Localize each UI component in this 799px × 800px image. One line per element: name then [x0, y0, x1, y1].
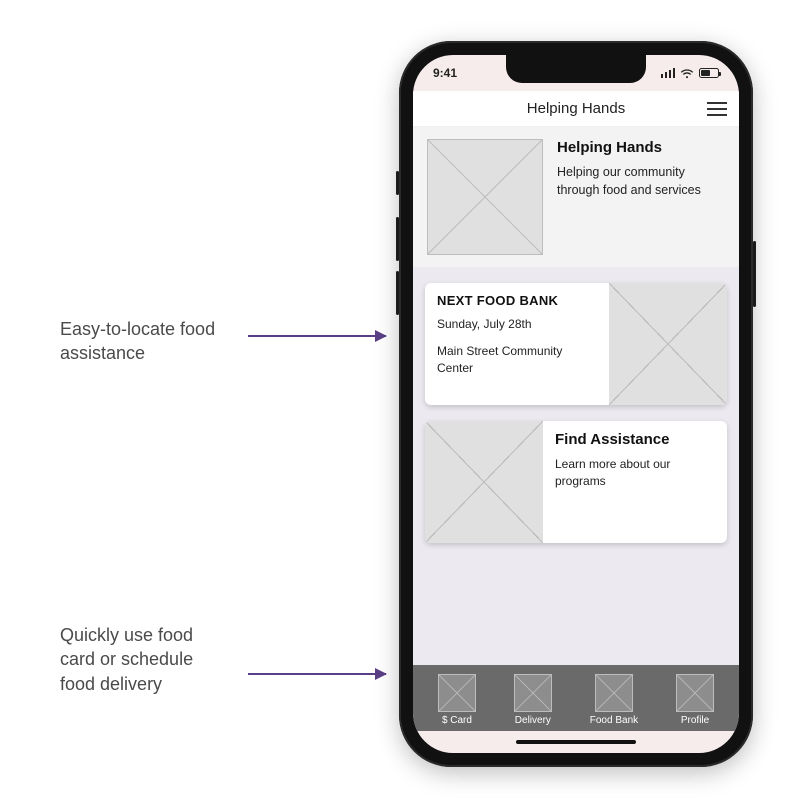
- silent-switch: [396, 171, 399, 195]
- phone-device-frame: 9:41 Helping Hands: [399, 41, 753, 767]
- hero-section: Helping Hands Helping our community thro…: [413, 127, 739, 267]
- placeholder-image-icon: [609, 283, 727, 405]
- menu-icon[interactable]: [707, 102, 727, 116]
- next-food-bank-card[interactable]: NEXT FOOD BANK Sunday, July 28th Main St…: [425, 283, 727, 405]
- annotation-food-assistance: Easy-to-locate food assistance: [60, 317, 230, 366]
- volume-up-button: [396, 217, 399, 261]
- home-indicator[interactable]: [413, 731, 739, 753]
- placeholder-image-icon: [425, 421, 543, 543]
- nav-item-card[interactable]: $ Card: [438, 674, 476, 726]
- app-header: Helping Hands: [413, 91, 739, 127]
- bottom-nav: $ Card Delivery Food Bank Profile: [413, 665, 739, 731]
- cellular-signal-icon: [661, 68, 676, 78]
- nav-label: Food Bank: [590, 715, 638, 726]
- placeholder-image-icon: [438, 674, 476, 712]
- card-location: Main Street Community Center: [437, 343, 597, 377]
- hero-subtitle: Helping our community through food and s…: [557, 164, 725, 199]
- wifi-icon: [680, 68, 694, 79]
- power-button: [753, 241, 756, 307]
- placeholder-image-icon: [676, 674, 714, 712]
- hero-title: Helping Hands: [557, 139, 725, 156]
- nav-item-food-bank[interactable]: Food Bank: [590, 674, 638, 726]
- arrow-icon: [248, 335, 386, 337]
- placeholder-image-icon: [427, 139, 543, 255]
- notch: [506, 55, 646, 83]
- nav-item-delivery[interactable]: Delivery: [514, 674, 552, 726]
- find-assistance-card[interactable]: Find Assistance Learn more about our pro…: [425, 421, 727, 543]
- main-content: Helping Hands Helping our community thro…: [413, 127, 739, 665]
- battery-icon: [699, 68, 719, 78]
- annotation-bottom-nav: Quickly use food card or schedule food d…: [60, 623, 230, 696]
- arrow-icon: [248, 673, 386, 675]
- nav-label: $ Card: [442, 715, 472, 726]
- placeholder-image-icon: [595, 674, 633, 712]
- nav-label: Profile: [681, 715, 709, 726]
- card-eyebrow: NEXT FOOD BANK: [437, 293, 597, 308]
- card-date: Sunday, July 28th: [437, 316, 597, 333]
- volume-down-button: [396, 271, 399, 315]
- app-title: Helping Hands: [527, 100, 625, 117]
- card-subtitle: Learn more about our programs: [555, 456, 715, 490]
- nav-label: Delivery: [515, 715, 551, 726]
- status-time: 9:41: [433, 66, 457, 80]
- phone-screen: 9:41 Helping Hands: [413, 55, 739, 753]
- placeholder-image-icon: [514, 674, 552, 712]
- nav-item-profile[interactable]: Profile: [676, 674, 714, 726]
- card-title: Find Assistance: [555, 431, 715, 448]
